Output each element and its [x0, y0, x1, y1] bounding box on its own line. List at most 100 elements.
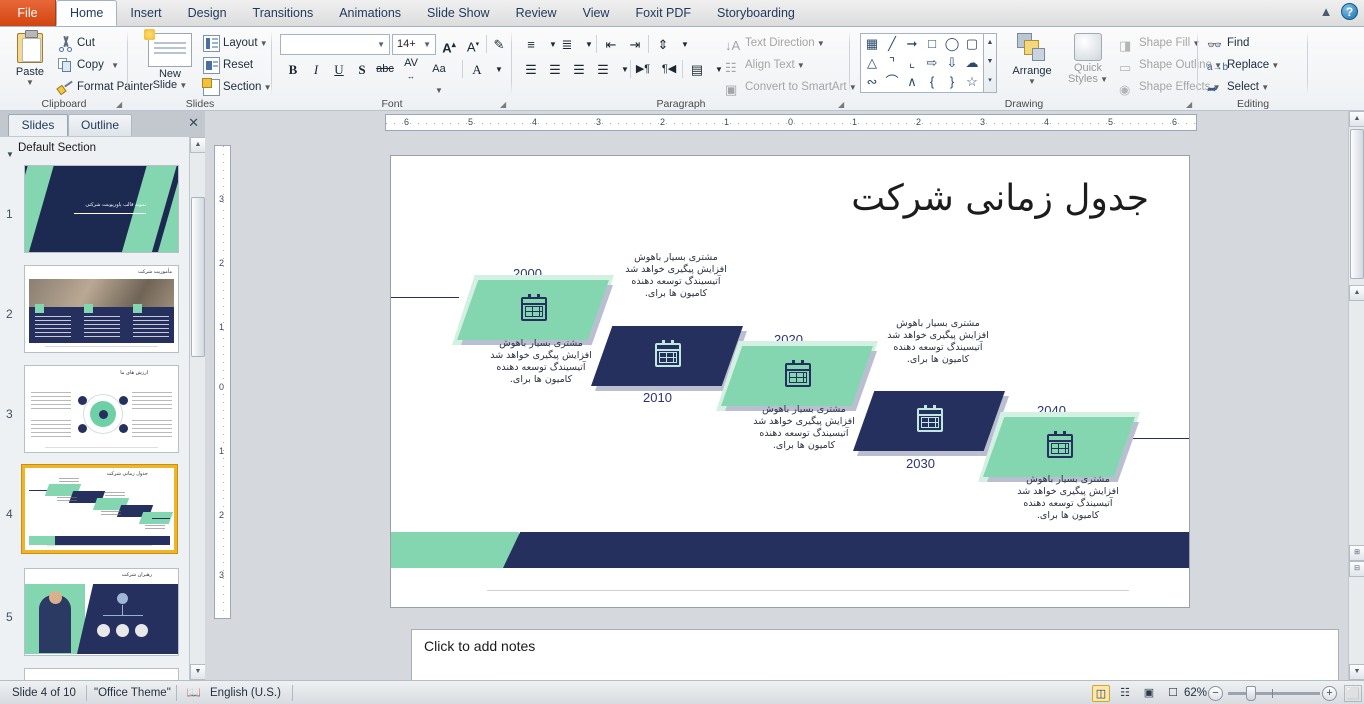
shape-elbow-connector-icon[interactable]: ⌝ [882, 54, 902, 72]
tab-animations[interactable]: Animations [326, 0, 414, 26]
shape-down-arrow-icon[interactable]: ⇩ [942, 54, 962, 72]
list-item-selected[interactable]: جدول زمانی شرکت [22, 465, 177, 553]
decrease-indent-button[interactable]: ⇤ [600, 34, 622, 55]
strikethrough-button[interactable]: abc [374, 59, 396, 80]
select-button[interactable]: ➦ Select ▼ [1206, 77, 1269, 98]
shape-curve-icon[interactable]: ∧ [902, 73, 922, 91]
shape-right-brace-icon[interactable]: } [942, 73, 962, 91]
slide-title[interactable]: جدول زمانی شرکت [649, 178, 1149, 219]
quick-styles-button[interactable]: Quick Styles ▼ [1062, 33, 1114, 85]
scroll-up-icon[interactable]: ▲ [190, 137, 206, 153]
clear-formatting-icon[interactable]: ✎ [488, 34, 510, 55]
character-spacing-button[interactable]: AV ↔ [400, 57, 422, 81]
zoom-slider-knob[interactable] [1246, 686, 1256, 701]
font-dialog-launcher[interactable]: ◢ [500, 100, 509, 109]
underline-button[interactable]: U [328, 59, 350, 80]
bullets-button[interactable]: ≡ [520, 34, 542, 55]
prev-slide-double-icon[interactable]: ⊞ [1349, 545, 1364, 561]
slide-show-view-button[interactable]: ☐ [1164, 685, 1182, 702]
font-name-combobox[interactable]: ▼ [280, 34, 390, 55]
shape-oval-icon[interactable]: ◯ [942, 35, 962, 53]
new-slide-button[interactable]: New Slide ▼ [144, 29, 196, 91]
section-button[interactable]: Section ▼ [202, 77, 272, 98]
tab-design[interactable]: Design [175, 0, 240, 26]
shape-right-arrow-icon[interactable]: ⇨ [922, 54, 942, 72]
tab-review[interactable]: Review [503, 0, 570, 26]
scrollbar-thumb[interactable] [191, 197, 205, 357]
milestone-description-2030[interactable]: مشتری بسیار باهوش افزایش پیگیری خواهد شد… [868, 318, 1008, 366]
list-item[interactable] [24, 668, 179, 680]
theme-name[interactable]: "Office Theme" [94, 681, 171, 704]
find-button[interactable]: 👓 Find [1206, 33, 1249, 54]
scrollbar-thumb[interactable] [1350, 129, 1364, 279]
spellcheck-icon[interactable]: 📖 [184, 681, 204, 704]
line-spacing-dropdown[interactable]: ▼ [674, 34, 696, 55]
grow-font-button[interactable]: A▴ [438, 34, 460, 55]
tab-slide-show[interactable]: Slide Show [414, 0, 503, 26]
tab-slides[interactable]: Slides [8, 114, 68, 136]
replace-button[interactable]: a→b Replace ▼ [1206, 55, 1279, 76]
next-slide-double-icon[interactable]: ⊟ [1349, 561, 1364, 577]
tab-insert[interactable]: Insert [117, 0, 174, 26]
milestone-description-2040[interactable]: مشتری بسیار باهوش افزایش پیگیری خواهد شد… [998, 474, 1138, 522]
close-panel-icon[interactable]: ✕ [188, 115, 199, 131]
bold-button[interactable]: B [282, 59, 304, 80]
scroll-up-icon[interactable]: ▲ [1349, 111, 1364, 127]
convert-to-smartart-button[interactable]: ▣ Convert to SmartArt ▼ [724, 77, 857, 98]
slide-canvas[interactable]: جدول زمانی شرکت 2000 مشتری بسیار باهوش ا… [390, 155, 1190, 608]
tab-outline[interactable]: Outline [68, 114, 132, 136]
normal-view-button[interactable]: ◫ [1092, 685, 1110, 702]
shape-elbow-arrow-connector-icon[interactable]: ⌞ [902, 54, 922, 72]
milestone-block-2000[interactable] [452, 275, 614, 345]
list-item[interactable]: نمونه قالب پاورپوینت شرکتی [24, 165, 179, 253]
shape-arc-icon[interactable]: ⌒ [882, 73, 902, 91]
shape-fill-button[interactable]: ◨ Shape Fill ▼ [1118, 33, 1200, 54]
scroll-down-icon[interactable]: ▼ [190, 664, 206, 680]
minimize-ribbon-icon[interactable]: ▲ [1319, 4, 1333, 19]
milestone-block-2020[interactable] [716, 341, 878, 411]
zoom-in-button[interactable]: + [1322, 686, 1337, 701]
tab-home[interactable]: Home [56, 0, 118, 26]
zoom-slider[interactable] [1228, 692, 1320, 695]
ltr-text-direction-button[interactable]: ▶¶ [632, 59, 654, 80]
shape-arrow-icon[interactable]: ➞ [902, 35, 922, 53]
paragraph-dialog-launcher[interactable]: ◢ [838, 100, 847, 109]
slide-sorter-view-button[interactable]: ☷ [1116, 685, 1134, 702]
increase-indent-button[interactable]: ⇥ [624, 34, 646, 55]
copy-button[interactable]: Copy ▼ [56, 55, 119, 76]
justify-button[interactable]: ☰ [592, 59, 614, 80]
font-size-combobox[interactable]: 14+ ▼ [392, 34, 436, 55]
slide-scrollbar[interactable]: ▲ ▲ ⊞ ⊟ ▼ [1348, 111, 1364, 680]
align-right-button[interactable]: ☰ [568, 59, 590, 80]
slide-counter[interactable]: Slide 4 of 10 [12, 681, 76, 704]
numbering-button[interactable]: ≣ [556, 34, 578, 55]
tab-view[interactable]: View [570, 0, 623, 26]
shapes-gallery[interactable]: ▦ ╱ ➞ □ ◯ ▢ △ ⌝ ⌞ ⇨ ⇩ ☁ ∾ ⌒ ∧ { } ☆ [860, 33, 984, 93]
milestone-description-2010[interactable]: مشتری بسیار باهوش افزایش پیگیری خواهد شد… [606, 252, 746, 300]
shape-rectangle-icon[interactable]: □ [922, 35, 942, 53]
shape-star-icon[interactable]: ☆ [962, 73, 982, 91]
tab-transitions[interactable]: Transitions [240, 0, 327, 26]
shape-line-icon[interactable]: ╱ [882, 35, 902, 53]
vertical-ruler[interactable]: 3 2 1 0 1 2 3 [214, 145, 231, 619]
milestone-description-2000[interactable]: مشتری بسیار باهوش افزایش پیگیری خواهد شد… [471, 338, 611, 386]
text-shadow-button[interactable]: S [351, 59, 373, 80]
rtl-text-direction-button[interactable]: ¶◀ [658, 59, 680, 80]
slide-thumbnail-list[interactable]: 1 نمونه قالب پاورپوینت شرکتی 2 مأموریت ش… [0, 159, 189, 680]
gallery-scroll-up-icon[interactable]: ▲ [984, 34, 996, 53]
shape-cloud-icon[interactable]: ☁ [962, 54, 982, 72]
shape-scribble-icon[interactable]: ∾ [862, 73, 882, 91]
list-item[interactable]: رهبران شرکت [24, 568, 179, 656]
layout-button[interactable]: Layout ▼ [202, 33, 268, 54]
tab-file[interactable]: File [0, 0, 56, 26]
columns-button[interactable]: ▤ [686, 59, 708, 80]
change-case-button[interactable]: Aa ▼ [428, 59, 450, 95]
italic-button[interactable]: I [305, 59, 327, 80]
shape-triangle-icon[interactable]: △ [862, 54, 882, 72]
scroll-down-icon[interactable]: ▼ [1349, 664, 1364, 680]
cut-button[interactable]: Cut [56, 33, 95, 54]
line-spacing-button[interactable]: ⇕ [652, 34, 674, 55]
list-item[interactable]: مأموریت شرکت [24, 265, 179, 353]
list-item[interactable]: ارزش های ما [24, 365, 179, 453]
milestone-block-2040[interactable] [978, 412, 1140, 482]
